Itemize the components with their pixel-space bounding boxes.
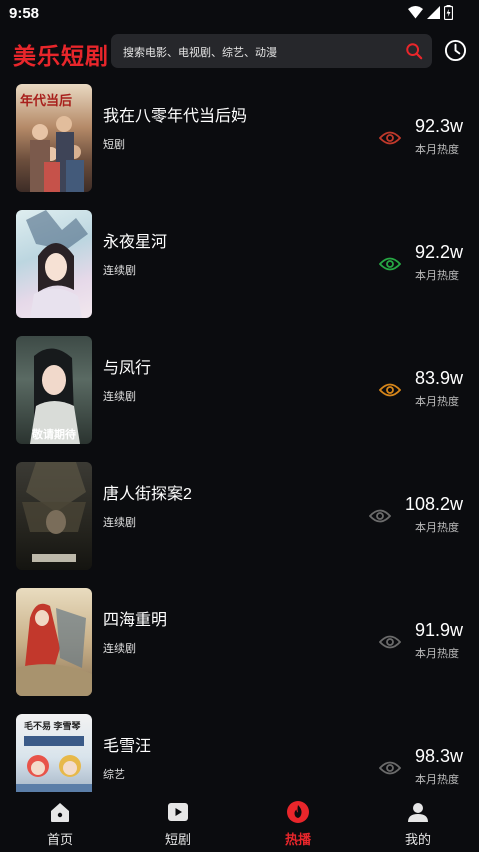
item-title: 与凤行 <box>103 360 152 377</box>
eye-icon <box>379 383 401 397</box>
item-genre: 短剧 <box>103 139 125 151</box>
heat-label: 本月热度 <box>415 144 459 156</box>
status-time: 9:58 <box>9 5 40 22</box>
heat-label: 本月热度 <box>415 774 459 786</box>
heat-value: 98.3w <box>414 746 463 766</box>
tab-label: 我的 <box>404 832 431 847</box>
heat-value: 92.3w <box>414 116 463 136</box>
heat-label: 本月热度 <box>415 270 459 282</box>
heat-value: 83.9w <box>414 368 463 388</box>
app-header: 美乐短剧 搜索电影、电视剧、综艺、动漫 <box>0 30 479 72</box>
list-item[interactable]: 年代当后 我在八零年代当后妈 短剧 92.3w 本月热度 <box>0 84 479 192</box>
heat-label: 本月热度 <box>415 522 459 534</box>
tab-label: 短剧 <box>164 832 191 847</box>
eye-icon <box>379 131 401 145</box>
poster-image <box>16 588 92 696</box>
tab-mine[interactable]: 我的 <box>358 792 478 852</box>
fire-icon <box>287 801 309 823</box>
poster-image: 毛不易 李雪琴 <box>16 714 92 792</box>
heat-value: 91.9w <box>414 620 463 640</box>
signal-icon <box>427 6 440 19</box>
item-title: 四海重明 <box>103 612 168 629</box>
hot-list: 年代当后 我在八零年代当后妈 短剧 92.3w 本月热度 永夜星河 连续剧 92… <box>0 84 479 792</box>
list-item[interactable]: 唐人街探案2 连续剧 108.2w 本月热度 <box>0 462 479 570</box>
item-title: 永夜星河 <box>103 234 168 251</box>
poster-image: 敬请期待 <box>16 336 92 444</box>
search-icon[interactable] <box>405 42 423 60</box>
item-title: 毛雪汪 <box>103 738 152 755</box>
tab-label: 首页 <box>46 832 73 847</box>
tab-hot[interactable]: 热播 <box>238 792 358 852</box>
item-title: 唐人街探案2 <box>103 486 192 503</box>
item-genre: 连续剧 <box>103 643 136 655</box>
item-genre: 连续剧 <box>103 391 136 403</box>
play-icon <box>168 803 188 821</box>
item-genre: 连续剧 <box>103 517 136 529</box>
battery-icon <box>444 5 453 20</box>
eye-icon <box>379 635 401 649</box>
heat-label: 本月热度 <box>415 648 459 660</box>
status-bar: 9:58 <box>0 0 479 26</box>
search-placeholder: 搜索电影、电视剧、综艺、动漫 <box>123 47 277 59</box>
list-item[interactable]: 敬请期待 与凤行 连续剧 83.9w 本月热度 <box>0 336 479 444</box>
app-logo: 美乐短剧 <box>13 43 109 69</box>
item-genre: 连续剧 <box>103 265 136 277</box>
bottom-tab-bar: 首页 短剧 热播 我的 <box>0 792 479 852</box>
history-icon[interactable] <box>444 39 467 62</box>
search-input[interactable]: 搜索电影、电视剧、综艺、动漫 <box>111 34 432 68</box>
home-icon <box>51 803 69 822</box>
heat-label: 本月热度 <box>415 396 459 408</box>
list-item[interactable]: 永夜星河 连续剧 92.2w 本月热度 <box>0 210 479 318</box>
list-item[interactable]: 毛不易 李雪琴 毛雪汪 综艺 98.3w 本月热度 <box>0 714 479 792</box>
heat-value: 108.2w <box>404 494 463 514</box>
tab-shorts[interactable]: 短剧 <box>118 792 238 852</box>
poster-image <box>16 462 92 570</box>
wifi-icon <box>408 6 423 19</box>
poster-caption: 年代当后 <box>20 93 73 108</box>
item-title: 我在八零年代当后妈 <box>103 108 248 125</box>
poster-caption: 毛不易 李雪琴 <box>24 721 81 731</box>
list-item[interactable]: 四海重明 连续剧 91.9w 本月热度 <box>0 588 479 696</box>
eye-icon <box>379 761 401 775</box>
tab-home[interactable]: 首页 <box>0 792 120 852</box>
eye-icon <box>369 509 391 523</box>
poster-caption: 敬请期待 <box>32 429 76 441</box>
poster-image: 年代当后 <box>16 84 92 192</box>
heat-value: 92.2w <box>414 242 463 262</box>
eye-icon <box>379 257 401 271</box>
status-icons <box>408 5 453 20</box>
tab-label: 热播 <box>284 832 311 847</box>
user-icon <box>408 803 428 822</box>
item-genre: 综艺 <box>103 769 125 781</box>
poster-image <box>16 210 92 318</box>
